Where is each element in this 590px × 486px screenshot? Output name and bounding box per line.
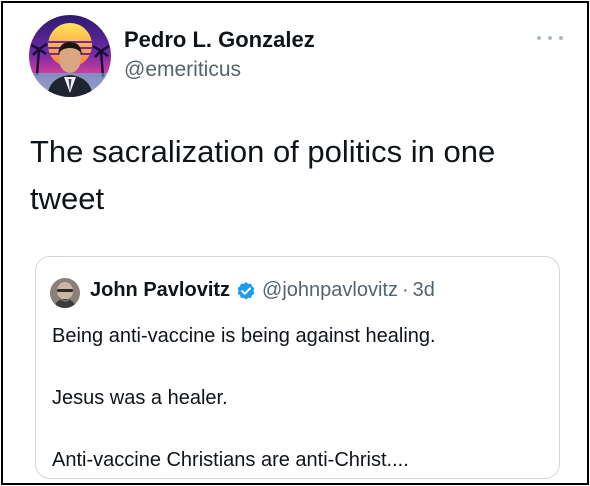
author-name[interactable]: Pedro L. Gonzalez [124, 27, 315, 53]
tweet-card: Pedro L. Gonzalez @emeriticus The sacral… [1, 1, 589, 485]
quoted-line: Being anti-vaccine is being against heal… [52, 325, 436, 347]
more-horizontal-icon[interactable] [537, 31, 563, 45]
quoted-line: Anti-vaccine Christians are anti-Christ.… [52, 449, 409, 471]
quoted-line: Jesus was a healer. [52, 387, 228, 409]
quoted-author-avatar[interactable] [50, 278, 80, 308]
quoted-tweet[interactable]: John Pavlovitz @johnpavlovitz · 3d Being… [35, 256, 560, 479]
author-avatar[interactable] [29, 15, 111, 97]
quoted-timestamp[interactable]: 3d [413, 279, 435, 302]
quoted-tweet-header: John Pavlovitz @johnpavlovitz · 3d [90, 279, 435, 302]
quoted-author-handle[interactable]: @johnpavlovitz [262, 279, 398, 302]
quoted-author-name[interactable]: John Pavlovitz [90, 279, 230, 302]
tweet-text: The sacralization of politics in one twe… [30, 134, 496, 216]
dot-separator: · [401, 279, 409, 301]
quoted-tweet-body: Being anti-vaccine is being against heal… [52, 324, 547, 472]
verified-badge-icon [236, 281, 256, 301]
author-handle[interactable]: @emeriticus [124, 58, 241, 82]
